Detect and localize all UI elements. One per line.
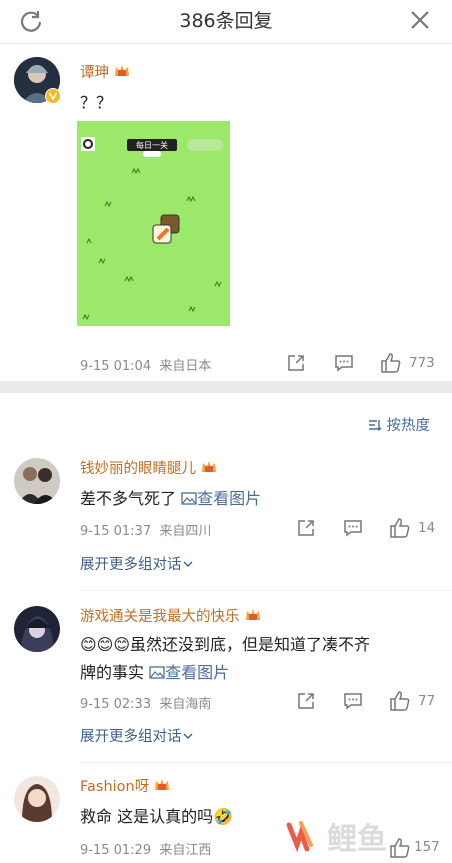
chevron-down-icon — [183, 733, 192, 739]
comment-text-line1: 😊😊😊虽然还没到底，但是知道了凑不齐 — [80, 635, 371, 654]
sort-by-hot-button[interactable]: 按热度 — [368, 414, 430, 435]
sort-icon — [368, 420, 382, 431]
separator — [80, 590, 452, 591]
section-divider — [0, 381, 452, 393]
game-label: 每日一关 — [136, 141, 168, 150]
separator — [80, 762, 452, 763]
avatar[interactable] — [14, 606, 60, 652]
crown-badge-icon — [155, 779, 170, 790]
header-bar: 386条回复 — [0, 0, 452, 44]
post-time: 9-15 01:04 — [80, 359, 152, 374]
post-source: 来自日本 — [159, 359, 212, 374]
page-title: 386条回复 — [179, 10, 273, 32]
comment-like-count: 14 — [418, 520, 436, 536]
verified-badge-icon — [45, 88, 61, 104]
avatar[interactable] — [14, 458, 60, 504]
expand-conversation-link[interactable]: 展开更多组对话 — [80, 553, 194, 574]
post-text: ？？ — [80, 93, 113, 112]
svg-text:鲤鱼: 鲤鱼 — [327, 822, 387, 857]
comment-text: 救命 这是认真的吗🤣 — [80, 807, 234, 826]
comment-icon[interactable] — [334, 353, 354, 373]
sort-label: 按热度 — [386, 418, 431, 434]
like-icon[interactable] — [380, 352, 402, 374]
chevron-down-icon — [183, 561, 192, 567]
comment-meta: 9-15 02:33 来自海南 — [80, 697, 212, 712]
share-icon[interactable] — [286, 353, 306, 373]
view-image-link[interactable]: 查看图片 — [149, 663, 229, 682]
comment-username[interactable]: 游戏通关是我最大的快乐 — [80, 605, 262, 626]
image-icon — [149, 666, 165, 679]
comment-text: 差不多气死了 查看图片 — [80, 489, 262, 508]
comment-username[interactable]: Fashion呀 — [80, 775, 171, 796]
crown-badge-icon — [245, 609, 260, 620]
expand-conversation-link[interactable]: 展开更多组对话 — [80, 725, 194, 746]
post-image[interactable]: 每日一关 — [77, 121, 230, 326]
comment-like-count: 77 — [418, 693, 436, 709]
comment-username[interactable]: 钱妙丽的眼睛腿儿 — [80, 457, 218, 478]
image-icon — [181, 492, 197, 505]
post-username[interactable]: 谭珅 — [80, 61, 131, 82]
like-icon[interactable] — [389, 517, 411, 539]
comment-meta: 9-15 01:29 来自江西 — [80, 843, 212, 858]
watermark-logo: 鲤鱼 — [286, 821, 387, 857]
share-icon[interactable] — [296, 518, 316, 538]
like-icon[interactable] — [389, 690, 411, 712]
comment-icon[interactable] — [343, 518, 363, 538]
view-image-link[interactable]: 查看图片 — [181, 489, 261, 508]
avatar[interactable] — [14, 776, 60, 822]
crown-badge-icon — [115, 65, 129, 76]
comment-icon[interactable] — [343, 691, 363, 711]
comment-meta: 9-15 01:37 来自四川 — [80, 524, 212, 539]
close-icon[interactable] — [408, 8, 432, 32]
original-post: 谭珅 ？？ 每日一关 9-15 01:04 来自日本 773 — [0, 44, 452, 380]
comment-text-line2: 牌的事实 查看图片 — [80, 663, 230, 682]
game-screenshot — [81, 137, 223, 321]
crown-badge-icon — [202, 461, 216, 472]
post-meta: 9-15 01:04 来自日本 — [80, 355, 211, 374]
share-icon[interactable] — [296, 691, 316, 711]
post-like-count: 773 — [409, 355, 435, 371]
